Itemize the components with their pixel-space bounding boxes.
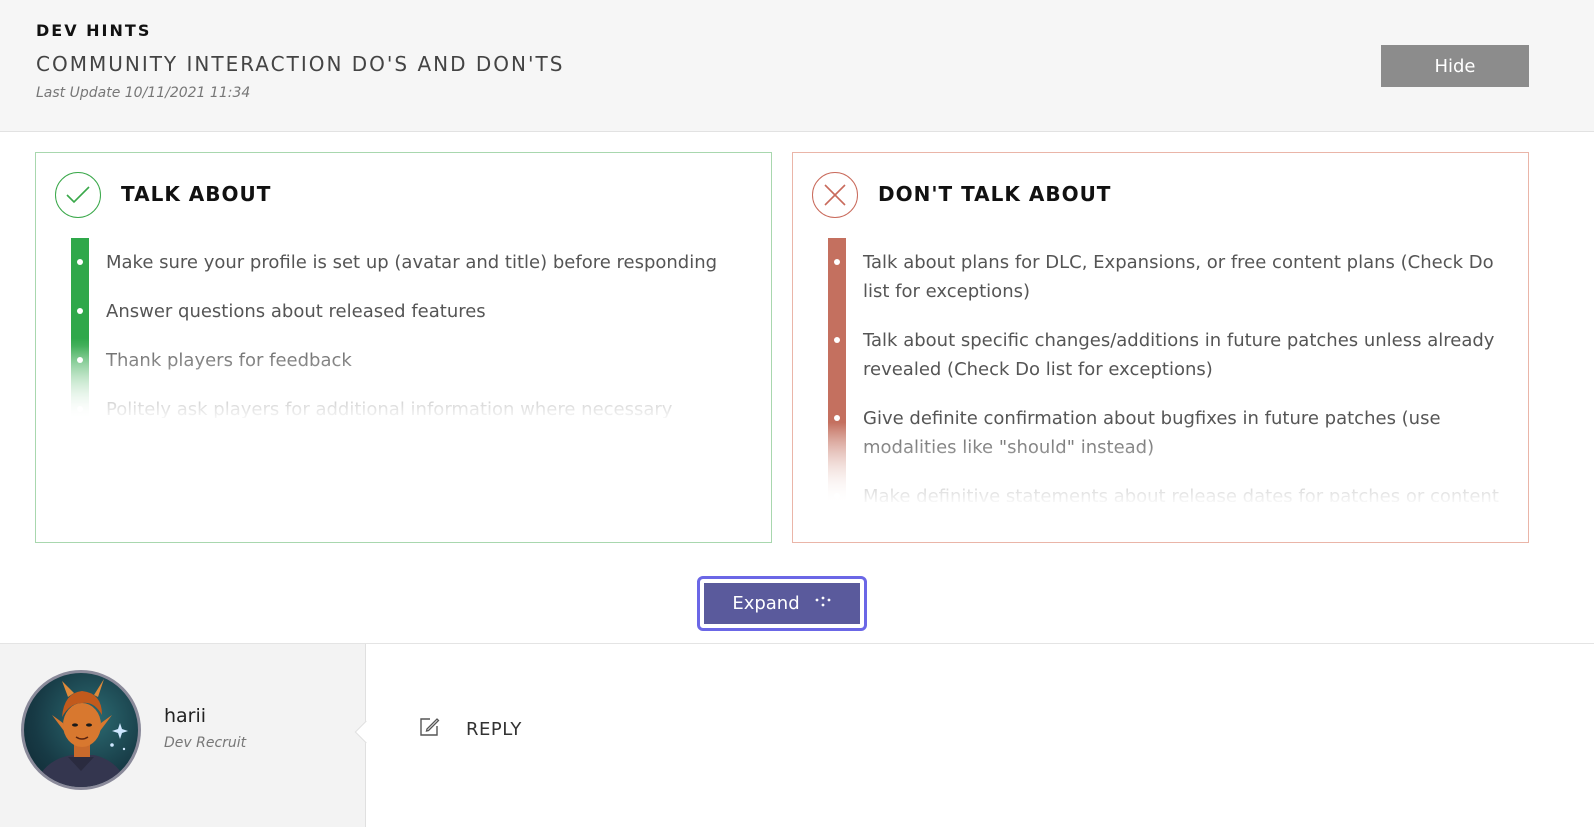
list-item: Make sure your profile is set up (avatar… (71, 248, 761, 277)
card-pointer (354, 720, 378, 744)
panel-title: DON'T TALK ABOUT (878, 182, 1112, 206)
avatar[interactable] (21, 670, 141, 790)
x-icon (812, 172, 858, 218)
edit-icon (418, 716, 440, 742)
hide-button[interactable]: Hide (1381, 45, 1529, 87)
list-item: Make definitive statements about release… (828, 482, 1518, 502)
reply-button[interactable]: REPLY (418, 714, 522, 744)
talk-about-panel: TALK ABOUT Make sure your profile is set… (35, 152, 772, 543)
check-icon (55, 172, 101, 218)
talk-about-list: Make sure your profile is set up (avatar… (71, 238, 761, 418)
last-update-text: Last Update 10/11/2021 11:34 (36, 85, 251, 101)
list-item: Talk about specific changes/additions in… (828, 326, 1518, 384)
list-item: Answer questions about released features (71, 297, 761, 326)
dont-talk-about-panel: DON'T TALK ABOUT Talk about plans for DL… (792, 152, 1529, 543)
dont-talk-about-list: Talk about plans for DLC, Expansions, or… (828, 238, 1518, 502)
username[interactable]: harii (164, 705, 206, 727)
list-item: Give definite confirmation about bugfixe… (828, 404, 1518, 462)
list-item: Talk about plans for DLC, Expansions, or… (828, 248, 1518, 306)
dots-icon (814, 595, 832, 613)
expand-label: Expand (732, 593, 800, 614)
section-eyebrow: DEV HINTS (36, 21, 152, 40)
expand-focus-ring: Expand (697, 576, 867, 631)
list-item: Thank players for feedback (71, 346, 761, 375)
dev-hints-header: DEV HINTS COMMUNITY INTERACTION DO'S AND… (0, 0, 1594, 132)
expand-button[interactable]: Expand (704, 583, 860, 624)
list-item: Politely ask players for additional info… (71, 395, 761, 418)
page-title: COMMUNITY INTERACTION DO'S AND DON'TS (36, 52, 565, 76)
user-title: Dev Recruit (164, 735, 247, 751)
panel-title: TALK ABOUT (121, 182, 272, 206)
reply-label: REPLY (466, 718, 522, 740)
